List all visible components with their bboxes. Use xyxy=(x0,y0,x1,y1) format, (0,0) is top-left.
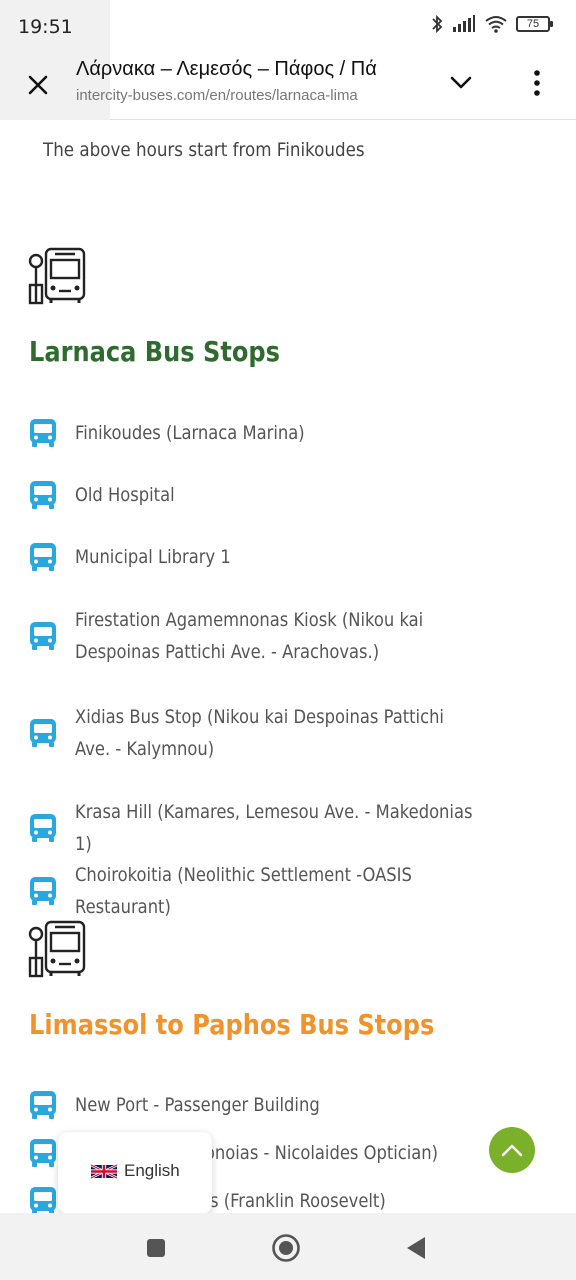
list-item[interactable]: Finikoudes (Larnaca Marina) xyxy=(28,417,548,449)
bus-icon xyxy=(30,1187,56,1213)
status-icons: 75 xyxy=(430,14,553,34)
status-time: 19:51 xyxy=(18,16,73,38)
menu-button[interactable] xyxy=(522,66,552,100)
list-item[interactable]: Xidias Bus Stop (Nikou kai Despoinas Pat… xyxy=(28,701,548,765)
bus-icon xyxy=(30,719,56,747)
chevron-down-icon xyxy=(450,76,472,89)
recents-square-icon xyxy=(147,1239,165,1257)
close-icon xyxy=(28,75,48,95)
chevron-up-icon xyxy=(501,1144,523,1157)
list-item[interactable]: Krasa Hill (Kamares, Lemesou Ave. - Make… xyxy=(28,796,548,860)
stop-label: monoias - Nicolaides Optician) xyxy=(189,1142,439,1164)
system-nav-bar xyxy=(0,1213,576,1280)
scroll-to-top-button[interactable] xyxy=(489,1127,535,1173)
signal-icon xyxy=(453,15,475,32)
section-title: Larnaca Bus Stops xyxy=(29,335,280,368)
bus-stop-icon xyxy=(28,920,86,978)
stop-label: Xidias Bus Stop (Nikou kai Despoinas Pat… xyxy=(75,706,444,760)
bus-icon xyxy=(30,622,56,650)
back-triangle-icon xyxy=(407,1237,425,1259)
list-item[interactable]: Choirokoitia (Neolithic Settlement -OASI… xyxy=(28,859,548,923)
bus-icon xyxy=(30,481,56,509)
status-bar: 19:51 75 xyxy=(0,0,576,120)
browser-toolbar: Λάρνακα – Λεμεσός – Πάφος / Πά intercity… xyxy=(0,50,576,120)
section-title: Limassol to Paphos Bus Stops xyxy=(29,1008,435,1041)
battery-icon: 75 xyxy=(516,16,553,32)
stop-label: Finikoudes (Larnaca Marina) xyxy=(75,422,305,444)
bus-stop-icon xyxy=(28,247,86,305)
home-circle-icon xyxy=(272,1234,300,1262)
page-title[interactable]: Λάρνακα – Λεμεσός – Πάφος / Πά xyxy=(76,58,422,81)
intro-text: The above hours start from Finikoudes xyxy=(43,139,365,161)
bluetooth-icon xyxy=(432,14,443,34)
bus-icon xyxy=(30,1091,56,1119)
expand-button[interactable] xyxy=(444,66,478,100)
list-item[interactable]: Municipal Library 1 xyxy=(28,541,548,573)
bus-icon xyxy=(30,543,56,571)
language-label: English xyxy=(124,1161,180,1180)
list-item[interactable]: New Port - Passenger Building xyxy=(28,1089,548,1121)
stop-label: Krasa Hill (Kamares, Lemesou Ave. - Make… xyxy=(75,801,473,855)
stop-label: Old Hospital xyxy=(75,484,175,506)
recents-button[interactable] xyxy=(141,1233,171,1263)
bus-icon xyxy=(30,419,56,447)
list-item[interactable]: Old Hospital xyxy=(28,479,548,511)
bus-icon xyxy=(30,1139,56,1167)
stop-label: New Port - Passenger Building xyxy=(75,1094,320,1116)
list-item[interactable]: Firestation Agamemnonas Kiosk (Nikou kai… xyxy=(28,604,548,668)
home-button[interactable] xyxy=(271,1233,301,1263)
wifi-icon xyxy=(485,16,507,33)
bus-icon xyxy=(30,877,56,905)
back-button[interactable] xyxy=(401,1233,431,1263)
stop-label: s (Franklin Roosevelt) xyxy=(210,1190,386,1212)
page-content: The above hours start from Finikoudes La… xyxy=(0,121,576,1213)
uk-flag-icon xyxy=(91,1163,117,1180)
language-switcher[interactable]: English xyxy=(58,1132,212,1214)
more-vert-icon xyxy=(534,70,540,96)
stop-label: Municipal Library 1 xyxy=(75,546,231,568)
stop-label: Firestation Agamemnonas Kiosk (Nikou kai… xyxy=(75,609,424,663)
bus-icon xyxy=(30,814,56,842)
page-url[interactable]: intercity-buses.com/en/routes/larnaca-li… xyxy=(76,87,422,104)
stop-label: Choirokoitia (Neolithic Settlement -OASI… xyxy=(75,864,412,918)
